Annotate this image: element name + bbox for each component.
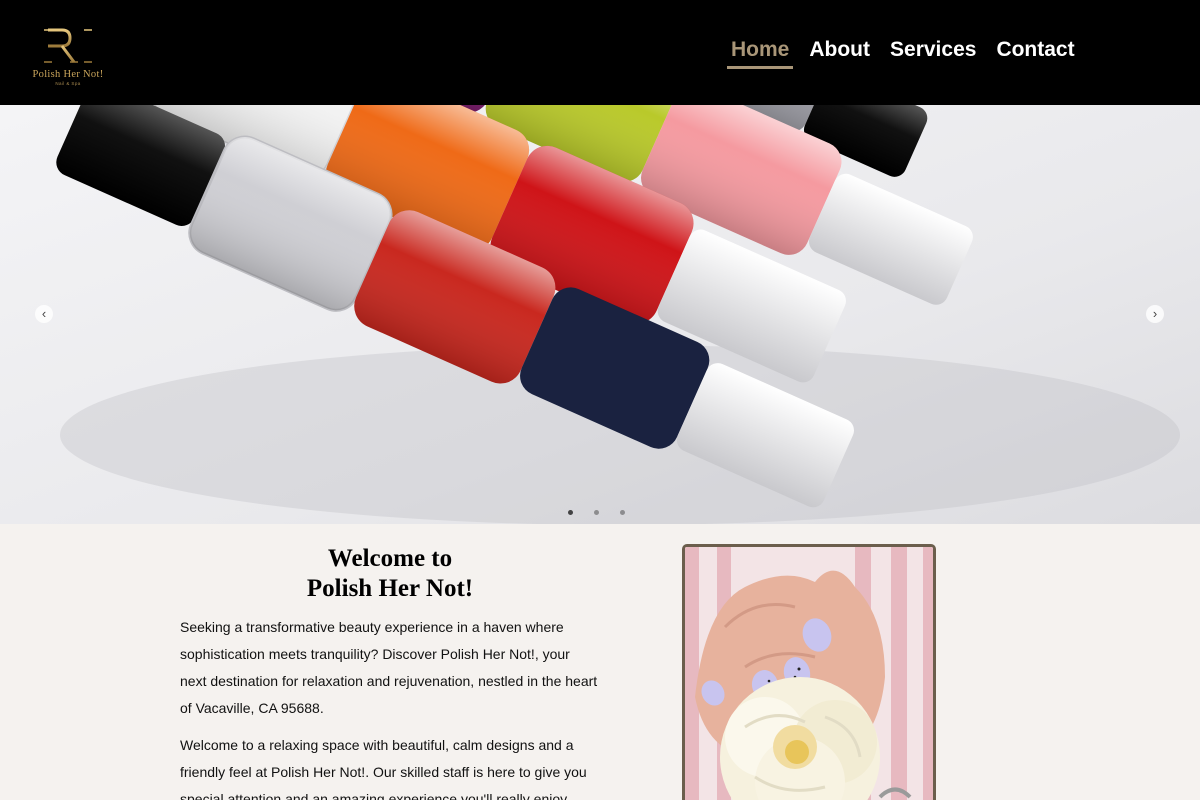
nav-services[interactable]: Services bbox=[886, 38, 980, 69]
hero-slider: ‹ › bbox=[0, 105, 1200, 524]
logo-name: Polish Her Not! bbox=[32, 69, 104, 80]
welcome-paragraph: Welcome to a relaxing space with beautif… bbox=[180, 737, 587, 800]
chevron-right-icon: › bbox=[1152, 306, 1158, 321]
manicure-hand-image bbox=[685, 547, 933, 800]
logo-subtitle: Nail & Spa bbox=[55, 81, 81, 86]
welcome-heading-line1: Welcome to bbox=[327, 545, 453, 572]
nav-about[interactable]: About bbox=[805, 38, 874, 69]
manicure-photo bbox=[682, 544, 936, 800]
slider-dot-3[interactable] bbox=[620, 510, 625, 515]
welcome-heading-line2: Polish Her Not! bbox=[306, 575, 474, 602]
intro-paragraph: Seeking a transformative beauty experien… bbox=[180, 619, 598, 716]
slider-dot-2[interactable] bbox=[594, 510, 599, 515]
nav-contact[interactable]: Contact bbox=[992, 38, 1078, 69]
welcome-section: Welcome to Polish Her Not! Seeking a tra… bbox=[0, 524, 1200, 800]
site-logo[interactable]: Polish Her Not! Nail & Spa bbox=[18, 24, 118, 90]
chevron-left-icon: ‹ bbox=[41, 306, 47, 321]
monogram-logo-icon bbox=[44, 28, 92, 63]
slider-next-button[interactable]: › bbox=[1146, 305, 1164, 323]
nail-polish-bottles-image bbox=[56, 105, 1180, 524]
slider-dot-1[interactable] bbox=[568, 510, 573, 515]
main-nav: Home About Services Contact bbox=[727, 38, 1091, 69]
slider-prev-button[interactable]: ‹ bbox=[35, 305, 53, 323]
site-header: Polish Her Not! Nail & Spa Home About Se… bbox=[0, 0, 1200, 105]
welcome-heading: Welcome to Polish Her Not! bbox=[240, 544, 540, 604]
slider-indicators bbox=[568, 510, 646, 515]
nav-home[interactable]: Home bbox=[727, 38, 794, 69]
